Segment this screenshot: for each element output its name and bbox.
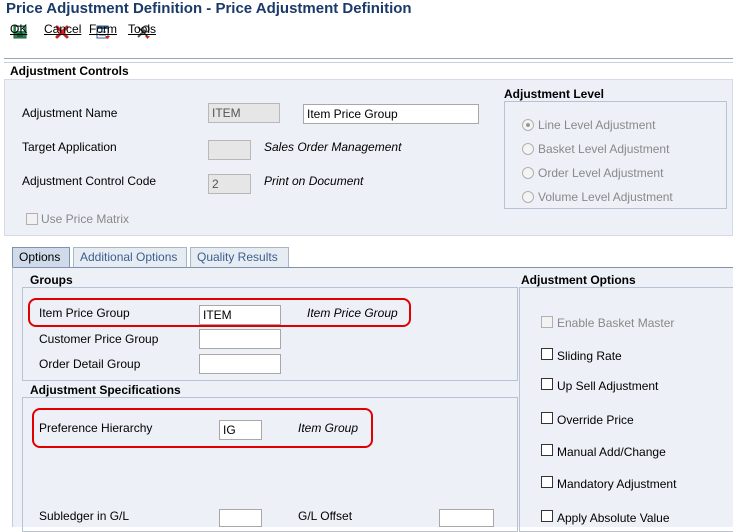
up-sell-adjustment-checkbox[interactable] [541,378,553,390]
adjustment-options-title: Adjustment Options [521,273,636,287]
ok-label: OK [10,22,28,36]
adjustment-name-description-field[interactable]: Item Price Group [303,104,479,124]
adjustment-control-code-description: Print on Document [264,174,364,188]
form-menu-button[interactable]: Form [89,22,117,40]
tools-menu-button[interactable]: Tools [128,22,158,40]
target-application-label: Target Application [22,140,117,154]
preference-hierarchy-highlight [32,408,373,448]
adjustment-specifications-title: Adjustment Specifications [30,383,181,397]
order-level-radio[interactable] [522,167,534,179]
enable-basket-master-label: Enable Basket Master [557,316,675,330]
mandatory-adjustment-label: Mandatory Adjustment [557,477,677,491]
cancel-label: Cancel [44,22,82,36]
customer-price-group-field[interactable] [199,329,281,349]
ok-button[interactable]: OK [10,22,30,40]
override-price-checkbox[interactable] [541,412,553,424]
adjustment-level-title: Adjustment Level [504,87,605,101]
adjustment-control-code-field[interactable]: 2 [208,174,251,194]
subledger-field[interactable] [219,509,262,527]
order-detail-group-label: Order Detail Group [39,357,141,371]
up-sell-adjustment-label: Up Sell Adjustment [557,379,659,393]
item-price-group-highlight [28,298,411,327]
target-application-field[interactable] [208,140,251,160]
subledger-label: Subledger in G/L [39,509,130,523]
apply-absolute-value-checkbox[interactable] [541,510,553,522]
apply-absolute-value-label: Apply Absolute Value [557,511,670,525]
line-level-label: Line Level Adjustment [538,118,656,132]
toolbar-divider [4,58,733,59]
manual-add-change-label: Manual Add/Change [557,445,666,459]
form-label: Form [89,22,117,36]
basket-level-label: Basket Level Adjustment [538,142,670,156]
override-price-label: Override Price [557,413,634,427]
window-title: Price Adjustment Definition - Price Adju… [6,0,412,17]
tab-additional-options[interactable]: Additional Options [73,247,187,267]
cancel-button[interactable]: Cancel [44,22,82,40]
use-price-matrix-label: Use Price Matrix [41,212,130,226]
customer-price-group-label: Customer Price Group [39,332,159,346]
manual-add-change-checkbox[interactable] [541,444,553,456]
enable-basket-master-checkbox[interactable] [541,316,553,328]
use-price-matrix-checkbox[interactable] [26,213,38,225]
adjustment-name-field[interactable]: ITEM [208,103,280,123]
gl-offset-field[interactable] [439,509,494,527]
groups-title: Groups [30,273,73,287]
line-level-radio[interactable] [522,119,534,131]
tab-options[interactable]: Options [12,247,70,267]
basket-level-radio[interactable] [522,143,534,155]
adjustment-controls-header: Adjustment Controls [4,62,733,79]
tools-label: Tools [128,22,157,36]
adjustment-control-code-label: Adjustment Control Code [22,174,157,188]
adjustment-name-label: Adjustment Name [22,106,118,120]
order-detail-group-field[interactable] [199,354,281,374]
mandatory-adjustment-checkbox[interactable] [541,476,553,488]
target-application-description: Sales Order Management [264,140,402,154]
sliding-rate-label: Sliding Rate [557,349,622,363]
sliding-rate-checkbox[interactable] [541,348,553,360]
volume-level-radio[interactable] [522,191,534,203]
gl-offset-label: G/L Offset [298,509,353,523]
order-level-label: Order Level Adjustment [538,166,664,180]
volume-level-label: Volume Level Adjustment [538,190,673,204]
adjustment-controls-title: Adjustment Controls [10,64,129,78]
tab-quality-results[interactable]: Quality Results [190,247,289,267]
